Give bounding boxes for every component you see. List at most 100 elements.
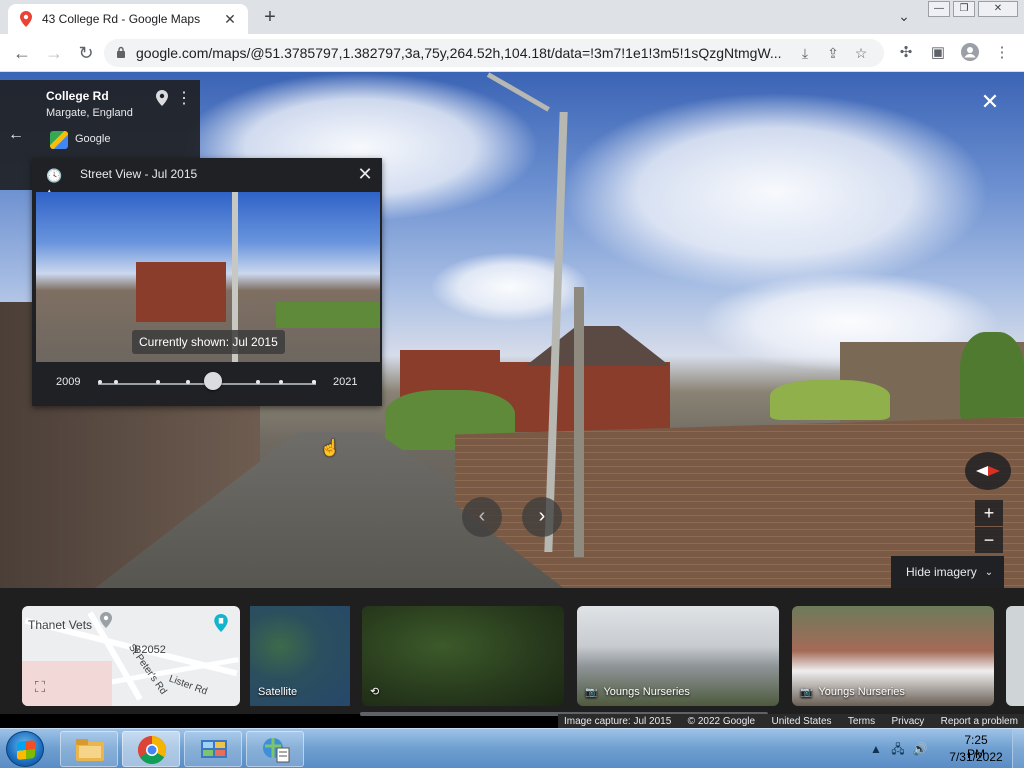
url-text: google.com/maps/@51.3785797,1.382797,3a,… — [136, 45, 782, 61]
currently-shown-badge: Currently shown: Jul 2015 — [132, 330, 285, 354]
tree — [960, 332, 1024, 422]
timeline-capture-dot[interactable] — [156, 380, 160, 384]
show-desktop-button[interactable] — [1012, 729, 1024, 768]
hide-imagery-button[interactable]: Hide imagery ⌄ — [891, 556, 1004, 588]
imagery-strip: Thanet Vets B2052 St Peter's Rd Lister R… — [0, 588, 1024, 716]
compass-needle-icon — [976, 466, 1000, 476]
expand-map-icon[interactable]: ⛶ — [30, 678, 50, 698]
timeline-capture-dot[interactable] — [312, 380, 316, 384]
imagery-source: Google — [75, 133, 111, 145]
side-panel-icon[interactable]: ▣ — [928, 43, 948, 63]
start-button[interactable] — [6, 731, 44, 767]
landmark-pin-icon — [214, 614, 228, 632]
house-roof — [525, 326, 670, 366]
volume-icon[interactable]: 🔊 — [912, 741, 928, 757]
reload-icon[interactable]: ↻ — [74, 41, 98, 65]
timeline-capture-dot[interactable] — [279, 380, 283, 384]
camera-icon: 📷 — [800, 686, 813, 698]
privacy-link[interactable]: Privacy — [892, 716, 925, 727]
lock-icon[interactable] — [116, 46, 126, 61]
photo-360-icon: ⟲ — [370, 686, 380, 698]
file-explorer-taskbar-button[interactable] — [60, 731, 118, 767]
time-travel-title: Street View - Jul 2015 — [80, 167, 198, 181]
map-pin-icon — [100, 612, 114, 630]
network-status-icon[interactable]: 🖧 — [890, 741, 906, 757]
country-link[interactable]: United States — [771, 716, 831, 727]
terms-link[interactable]: Terms — [848, 716, 875, 727]
share-icon[interactable]: ⇪ — [822, 42, 844, 64]
bookmark-star-icon[interactable]: ☆ — [850, 42, 872, 64]
next-arrow-icon[interactable]: › — [522, 497, 562, 537]
install-app-icon[interactable]: ⤓ — [794, 42, 816, 64]
camera-icon: 📷 — [585, 686, 598, 698]
network-taskbar-button[interactable] — [246, 731, 304, 767]
minimize-button[interactable]: — — [928, 1, 950, 17]
close-window-button[interactable]: ✕ — [978, 1, 1018, 17]
close-street-view-icon[interactable]: ✕ — [978, 91, 1002, 115]
google-maps-favicon-icon — [18, 11, 34, 27]
zoom-out-button[interactable]: − — [975, 527, 1003, 553]
browser-toolbar: ← → ↻ google.com/maps/@51.3785797,1.3827… — [0, 34, 1024, 72]
telegraph-pole — [574, 287, 584, 557]
google-logo-icon — [50, 131, 68, 149]
timeline-capture-dot[interactable] — [114, 380, 118, 384]
back-arrow-icon[interactable]: ← — [6, 125, 26, 145]
zoom-in-button[interactable]: + — [975, 500, 1003, 526]
extensions-puzzle-icon[interactable]: ✣ — [896, 43, 916, 63]
hide-imagery-label: Hide imagery — [906, 565, 977, 579]
history-clock-icon[interactable]: 🕓 ▴ — [46, 168, 68, 199]
start-year-label: 2009 — [56, 376, 81, 388]
time-travel-preview-image[interactable]: Currently shown: Jul 2015 — [36, 192, 380, 362]
street-view-panorama[interactable]: ☝ ✕ ← College Rd Margate, England ⋮ Goog… — [0, 72, 1024, 588]
address-bar[interactable]: google.com/maps/@51.3785797,1.382797,3a,… — [104, 39, 884, 67]
restore-button[interactable]: ❐ — [953, 1, 975, 17]
back-icon[interactable]: ← — [10, 41, 34, 65]
compass-button[interactable] — [965, 452, 1011, 490]
photo-label: Youngs Nurseries — [603, 686, 690, 698]
location-pin-icon[interactable] — [154, 90, 170, 108]
browser-menu-icon[interactable]: ⋮ — [992, 43, 1012, 63]
tab-close-icon[interactable]: ✕ — [222, 11, 238, 27]
profile-avatar-icon[interactable] — [960, 43, 980, 63]
forward-icon[interactable]: → — [42, 41, 66, 65]
timeline-capture-dot[interactable] — [186, 380, 190, 384]
minimap-thumbnail[interactable]: Thanet Vets B2052 St Peter's Rd Lister R… — [22, 606, 240, 706]
control-panel-icon — [201, 740, 227, 758]
close-time-travel-icon[interactable]: ✕ — [354, 163, 376, 185]
place-subtitle: Margate, England — [46, 107, 133, 119]
time-travel-panel: 🕓 ▴ Street View - Jul 2015 ✕ Currently s… — [32, 158, 382, 406]
new-tab-button[interactable]: + — [258, 6, 282, 30]
clock-date[interactable]: 7/31/2022 — [946, 750, 1006, 764]
photo-thumbnail[interactable]: ⟲ — [362, 606, 564, 706]
tab-search-chevron-icon[interactable]: ⌄ — [894, 8, 914, 28]
preview-hedge — [276, 302, 380, 328]
folder-icon — [76, 739, 104, 761]
timeline-capture-dot[interactable] — [256, 380, 260, 384]
red-brick-house — [500, 362, 670, 432]
chrome-taskbar-button[interactable] — [122, 731, 180, 767]
report-problem-link[interactable]: Report a problem — [941, 716, 1018, 727]
satellite-label: Satellite — [258, 686, 298, 698]
map-label: Thanet Vets — [28, 618, 93, 632]
chrome-icon — [138, 736, 166, 764]
timeline-slider-thumb[interactable] — [204, 372, 222, 390]
windows-logo-icon — [17, 740, 35, 760]
photo-thumbnail-partial[interactable] — [1006, 606, 1024, 706]
satellite-thumbnail[interactable]: Satellite — [250, 606, 350, 706]
show-hidden-icons-icon[interactable]: ▲ — [868, 741, 884, 757]
timeline-capture-dot[interactable] — [98, 380, 102, 384]
photo-thumbnail[interactable]: 📷 Youngs Nurseries — [792, 606, 994, 706]
photo-thumbnail[interactable]: 📷 Youngs Nurseries — [577, 606, 779, 706]
browser-tab[interactable]: 43 College Rd - Google Maps ✕ — [8, 4, 248, 34]
photo-label: Youngs Nurseries — [818, 686, 905, 698]
photo-caption: 📷 Youngs Nurseries — [800, 686, 905, 698]
cloud — [560, 92, 990, 292]
previous-arrow-icon[interactable]: ‹ — [462, 497, 502, 537]
control-panel-taskbar-button[interactable] — [184, 731, 242, 767]
windows-taskbar: ▲ 🖧 🔊 7:25 PM 7/31/2022 — [0, 728, 1024, 768]
chevron-down-icon: ⌄ — [984, 566, 994, 578]
globe-checklist-icon — [263, 738, 290, 763]
preview-house — [136, 262, 226, 322]
map-footer: Image capture: Jul 2015 © 2022 Google Un… — [558, 714, 1024, 728]
more-options-icon[interactable]: ⋮ — [176, 90, 192, 108]
